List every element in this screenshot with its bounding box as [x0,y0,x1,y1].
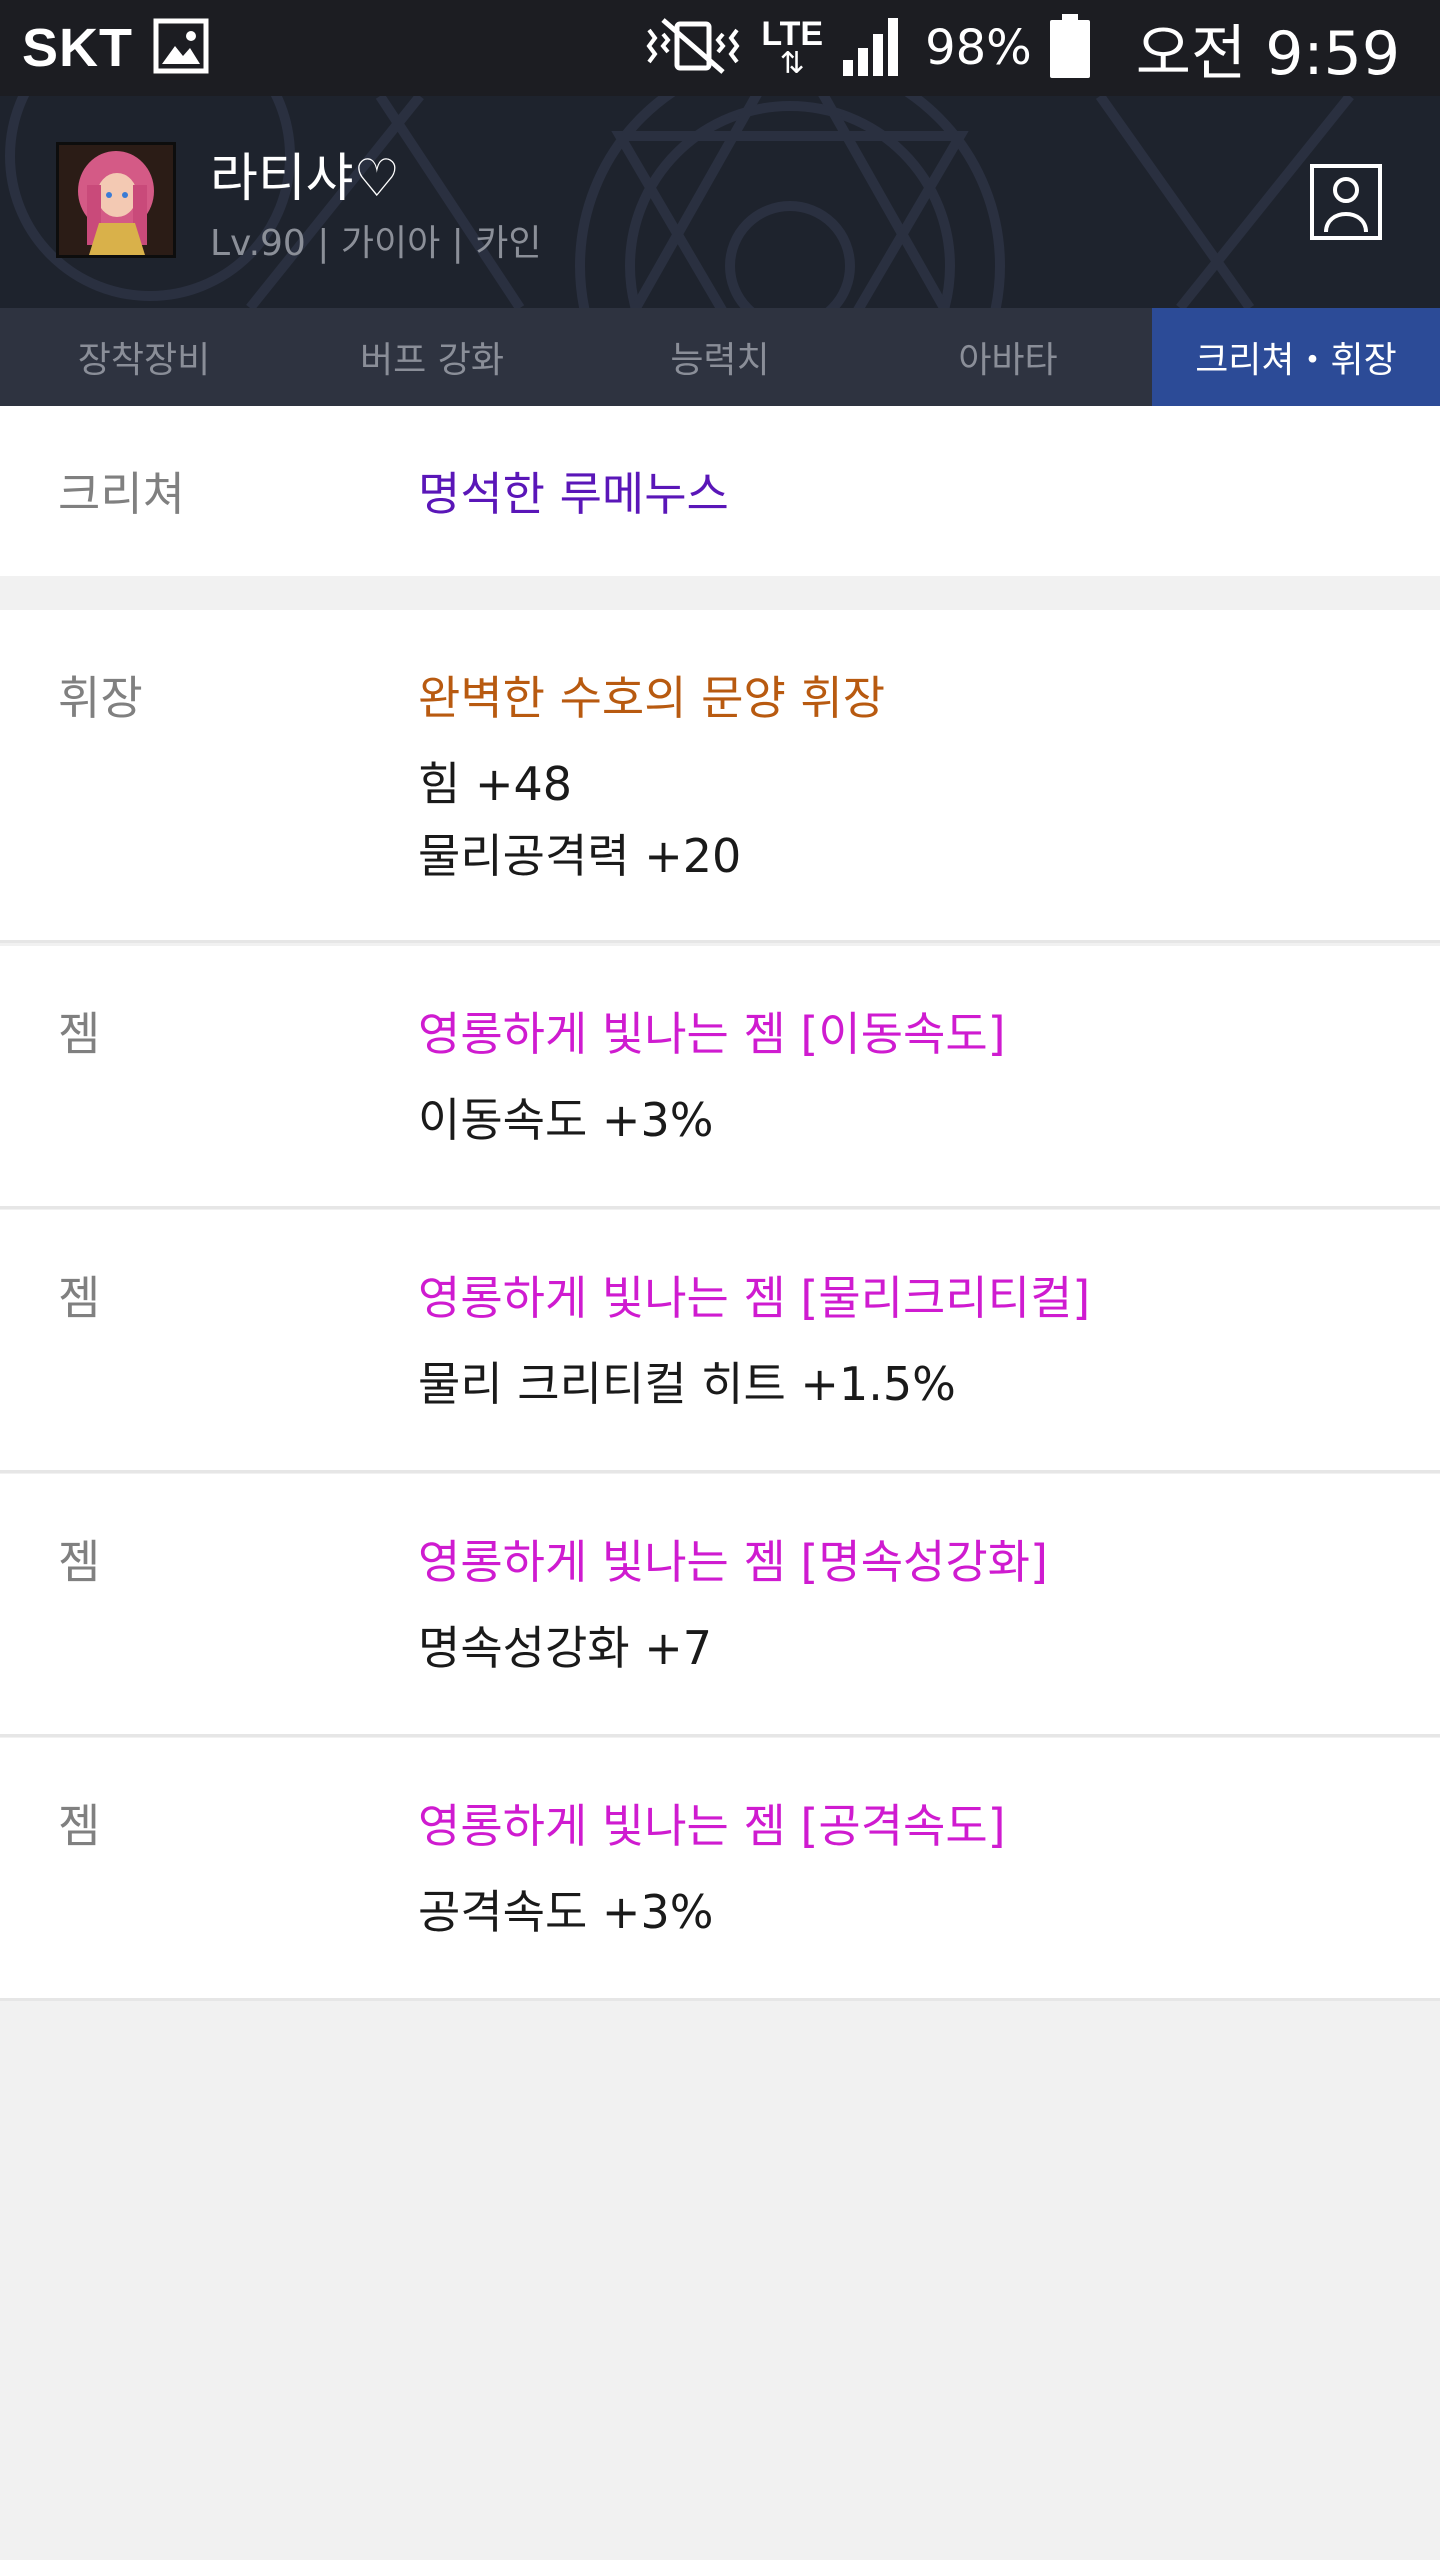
battery-percent: 98% [925,20,1032,76]
gem-label: 젬 [58,1271,101,1325]
tab-buff-enhance[interactable]: 버프 강화 [288,308,576,406]
gem-label: 젬 [58,1535,101,1589]
gem-stat: 물리 크리티컬 히트 +1.5% [418,1357,956,1411]
emblem-label: 휘장 [58,671,143,725]
gem-section: 젬 영롱하게 빛나는 젬 [이동속도] 이동속도 +3% [0,946,1440,1209]
gem-name[interactable]: 영롱하게 빛나는 젬 [물리크리티컬] [418,1262,1090,1328]
creature-row: 크리쳐 명석한 루메누스 [0,406,1440,576]
tab-creature-emblem[interactable]: 크리쳐・휘장 [1152,308,1440,406]
gem-label: 젬 [58,1799,101,1853]
vibrate-mute-icon [643,16,743,80]
tab-equipment[interactable]: 장착장비 [0,308,288,406]
person-icon [1324,177,1368,233]
gallery-notification-icon [153,18,209,78]
emblem-stat: 힘 +48 [418,757,573,811]
battery-icon [1049,14,1090,82]
status-bar: SKT LTE ⇅ 98% 오전 9:59 [0,0,1440,96]
gem-name[interactable]: 영롱하게 빛나는 젬 [명속성강화] [418,1526,1048,1592]
gem-label: 젬 [58,1007,101,1061]
gem-stat: 명속성강화 +7 [418,1621,713,1675]
character-level-server-class: Lv.90 | 가이아 | 카인 [210,223,542,264]
creature-label: 크리쳐 [58,467,185,521]
tab-stats[interactable]: 능력치 [576,308,864,406]
emblem-section: 휘장 완벽한 수호의 문양 휘장 힘 +48 물리공격력 +20 [0,610,1440,943]
lte-network-icon: LTE ⇅ [761,17,823,79]
creature-name[interactable]: 명석한 루메누스 [418,458,729,524]
emblem-stat: 물리공격력 +20 [418,829,742,883]
clock: 오전 9:59 [1135,18,1400,89]
character-header: 라티샤♡ Lv.90 | 가이아 | 카인 [0,96,1440,308]
gem-section: 젬 영롱하게 빛나는 젬 [명속성강화] 명속성강화 +7 [0,1474,1440,1737]
data-arrows-icon: ⇅ [779,46,805,81]
signal-strength-icon [841,14,907,82]
gem-name[interactable]: 영롱하게 빛나는 젬 [공격속도] [418,1790,1006,1856]
gem-section: 젬 영롱하게 빛나는 젬 [물리크리티컬] 물리 크리티컬 히트 +1.5% [0,1210,1440,1473]
emblem-name[interactable]: 완벽한 수호의 문양 휘장 [418,662,885,728]
character-name: 라티샤♡ [210,149,401,209]
character-avatar[interactable] [56,142,176,258]
carrier-label: SKT [22,18,133,78]
gem-stat: 이동속도 +3% [418,1093,714,1147]
tab-bar: 장착장비 버프 강화 능력치 아바타 크리쳐・휘장 [0,308,1440,406]
gem-section: 젬 영롱하게 빛나는 젬 [공격속도] 공격속도 +3% [0,1738,1440,2001]
gem-name[interactable]: 영롱하게 빛나는 젬 [이동속도] [418,998,1006,1064]
tab-avatar[interactable]: 아바타 [864,308,1152,406]
gem-stat: 공격속도 +3% [418,1885,714,1939]
profile-button[interactable] [1310,164,1382,240]
